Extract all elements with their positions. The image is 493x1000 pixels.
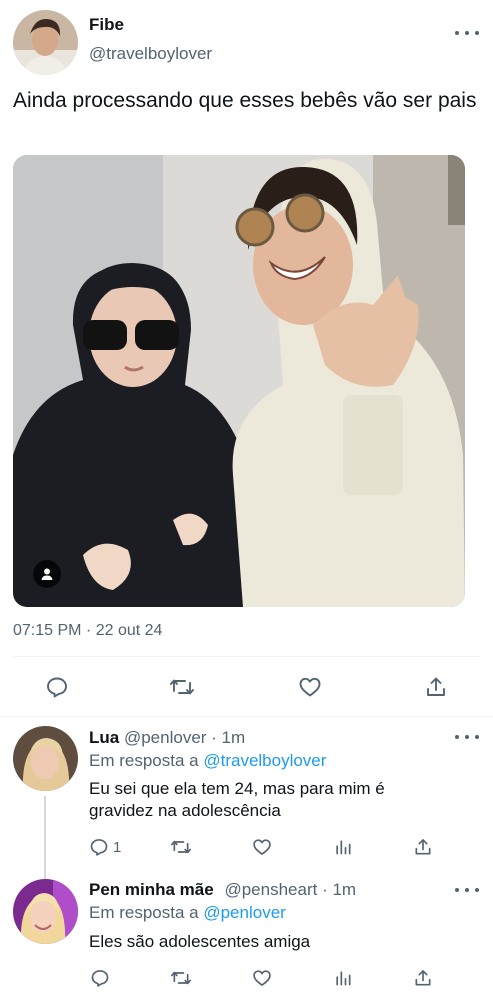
retweet-icon [170,679,194,695]
reply-count: 1 [113,838,122,856]
like-button[interactable] [296,673,324,701]
more-options-icon[interactable] [455,731,479,743]
divider [0,716,493,717]
share-icon [415,839,431,855]
reply-author-name[interactable]: Lua [89,728,119,747]
reply-text: Eu sei que ela tem 24, mas para mim é gr… [89,779,385,820]
author-avatar[interactable] [13,10,78,75]
divider [13,656,480,657]
like-button[interactable] [251,836,273,858]
analytics-button[interactable] [332,836,354,858]
reply-button[interactable] [89,967,111,989]
retweet-icon [170,840,191,854]
retweet-icon [170,971,191,985]
tweet-text: Ainda processando que esses bebês vão se… [13,89,477,112]
retweet-button[interactable] [170,836,192,858]
retweet-button[interactable] [168,673,196,701]
reply-icon [47,677,67,698]
analytics-icon [336,840,351,855]
reply-icon [91,970,109,987]
like-icon [299,677,321,697]
like-button[interactable] [251,967,273,989]
share-icon [415,970,431,986]
tweet-photo[interactable] [13,155,465,607]
share-icon [427,677,445,696]
reply-header: Pen minha mãe @pensheart · 1m [89,880,356,900]
replying-to-label: Em resposta a [89,751,199,770]
reply-time[interactable]: · 1m [211,728,245,747]
replying-to-link[interactable]: @travelboylover [203,751,326,770]
reply-text: Eles são adolescentes amiga [89,932,311,951]
share-button[interactable] [412,836,434,858]
reply-button[interactable]: 1 [89,836,121,858]
author-handle[interactable]: @travelboylover [89,44,212,64]
reply-author-handle[interactable]: @pensheart [224,880,317,899]
replying-to-label: Em resposta a [89,903,199,922]
retweet-button[interactable] [170,967,192,989]
replying-to: Em resposta a @travelboylover [89,751,326,771]
replying-to-link[interactable]: @penlover [203,903,285,922]
reply-avatar[interactable] [13,726,78,791]
reply-icon [90,839,108,856]
reply-button[interactable] [43,673,71,701]
analytics-icon [336,971,351,986]
share-button[interactable] [422,673,450,701]
reply-avatar[interactable] [13,879,78,944]
tweet-timestamp[interactable]: 07:15 PM · 22 out 24 [13,622,162,640]
more-options-icon[interactable] [455,27,479,39]
analytics-button[interactable] [332,967,354,989]
like-icon [253,839,271,855]
like-icon [253,970,271,986]
reply-time[interactable]: · 1m [322,880,356,899]
share-button[interactable] [412,967,434,989]
author-name[interactable]: Fibe [89,15,124,35]
reply-header: Lua @penlover · 1m [89,728,245,748]
tagged-user-icon[interactable] [33,560,61,588]
reply-author-handle[interactable]: @penlover [124,728,206,747]
more-options-icon[interactable] [455,884,479,896]
reply-author-name[interactable]: Pen minha mãe [89,880,214,899]
thread-line [44,796,46,880]
replying-to: Em resposta a @penlover [89,903,286,923]
